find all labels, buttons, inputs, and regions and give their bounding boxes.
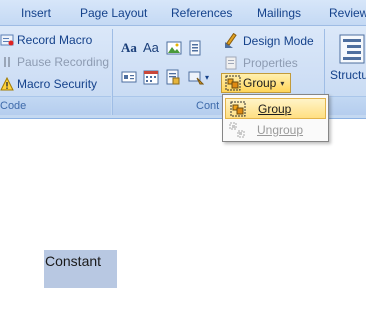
code-group-footer: Code bbox=[0, 96, 111, 115]
warning-icon bbox=[0, 77, 14, 91]
document-text[interactable]: Constant bbox=[45, 253, 101, 269]
macro-security-button[interactable]: Macro Security bbox=[0, 77, 97, 91]
group-icon bbox=[225, 75, 241, 91]
ungroup-icon bbox=[225, 119, 249, 140]
controls-group-label: Cont bbox=[196, 100, 220, 112]
structure-button-label[interactable]: Structu bbox=[330, 68, 366, 82]
properties-label: Properties bbox=[243, 56, 298, 70]
record-macro-button[interactable]: Record Macro bbox=[0, 33, 92, 47]
pause-recording-button[interactable]: Pause Recording bbox=[0, 55, 109, 69]
group-dropdown-button[interactable]: Group ▾ bbox=[221, 73, 291, 93]
menu-item-ungroup[interactable]: Ungroup bbox=[225, 119, 326, 140]
design-mode-label: Design Mode bbox=[243, 34, 314, 48]
group-icon bbox=[226, 98, 250, 119]
group-label: Group bbox=[243, 76, 277, 90]
structure-icon[interactable] bbox=[337, 33, 365, 65]
properties-icon bbox=[225, 56, 237, 70]
tab-insert[interactable]: Insert bbox=[21, 6, 51, 20]
record-macro-icon bbox=[0, 34, 14, 46]
group-dropdown-menu: Group Ungroup bbox=[222, 94, 329, 142]
plain-text-control-button[interactable]: Aa bbox=[143, 40, 159, 55]
tab-mailings[interactable]: Mailings bbox=[257, 6, 301, 20]
pause-recording-label: Pause Recording bbox=[17, 55, 110, 69]
tab-review[interactable]: Review bbox=[329, 6, 366, 20]
combo-box-icon[interactable] bbox=[121, 69, 137, 85]
controls-group-footer: Cont bbox=[113, 96, 223, 115]
xml-group-footer bbox=[325, 96, 366, 115]
design-mode-button[interactable]: Design Mode bbox=[224, 33, 314, 49]
dropdown-list-icon[interactable] bbox=[165, 69, 181, 85]
macro-security-label: Macro Security bbox=[17, 77, 98, 91]
design-mode-icon bbox=[225, 33, 237, 48]
tab-page-layout[interactable]: Page Layout bbox=[80, 6, 147, 20]
building-block-icon[interactable] bbox=[187, 40, 203, 56]
picture-control-icon[interactable] bbox=[166, 40, 182, 56]
date-picker-icon[interactable] bbox=[143, 69, 159, 85]
legacy-tools-icon[interactable] bbox=[188, 69, 204, 85]
ribbon-tab-bar: Insert Page Layout References Mailings R… bbox=[0, 0, 366, 26]
pause-icon bbox=[4, 57, 10, 67]
menu-item-ungroup-label: Ungroup bbox=[257, 122, 304, 137]
rich-text-control-button[interactable]: Aa bbox=[121, 40, 137, 56]
code-group-label: Code bbox=[0, 100, 27, 112]
chevron-down-icon: ▾ bbox=[280, 78, 285, 88]
record-macro-label: Record Macro bbox=[17, 33, 93, 47]
tab-references[interactable]: References bbox=[171, 6, 232, 20]
legacy-tools-dropdown-arrow[interactable]: ▾ bbox=[205, 73, 209, 82]
menu-item-group[interactable]: Group bbox=[225, 98, 326, 119]
properties-button[interactable]: Properties bbox=[224, 55, 298, 71]
menu-item-group-label: Group bbox=[258, 101, 292, 116]
